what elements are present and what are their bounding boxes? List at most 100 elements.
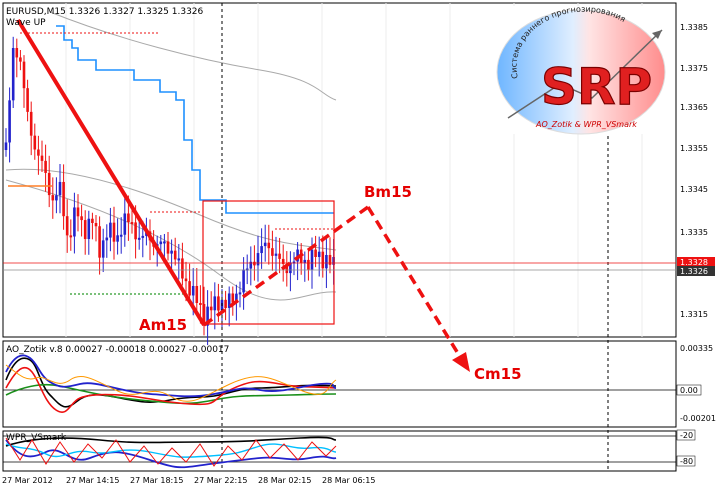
price-bar-body bbox=[58, 181, 62, 196]
price-bar-body bbox=[33, 135, 37, 150]
price-bar-body bbox=[22, 61, 26, 89]
wpr-tick: -80 bbox=[680, 457, 693, 466]
time-label: 27 Mar 2012 bbox=[2, 476, 53, 485]
price-bar-body bbox=[130, 222, 134, 225]
price-bar-body bbox=[325, 254, 328, 269]
price-bar-body bbox=[91, 218, 94, 223]
wpr-tick: -20 bbox=[680, 431, 693, 440]
price-bar-body bbox=[271, 248, 274, 256]
price-bar-body bbox=[19, 57, 22, 62]
price-bar-body bbox=[112, 222, 116, 242]
time-label: 28 Mar 06:15 bbox=[322, 476, 375, 485]
chart-canvas[interactable]: Am15 Bm15 Cm15 EURUSD,M15 1.3326 1.3327 … bbox=[0, 0, 720, 492]
price-bar-body bbox=[317, 251, 321, 257]
price-bar-body bbox=[8, 100, 11, 143]
price-bar-body bbox=[4, 142, 8, 150]
price-bar-body bbox=[55, 195, 58, 201]
ao-title: AO_Zotik v.8 0.00027 -0.00018 0.00027 -0… bbox=[6, 345, 229, 355]
wave-label-c: Cm15 bbox=[474, 365, 522, 383]
price-bar-body bbox=[47, 172, 51, 196]
price-bar-body bbox=[217, 296, 220, 311]
price-bar-body bbox=[310, 249, 314, 270]
price-bar-body bbox=[15, 48, 19, 58]
price-bar-body bbox=[123, 213, 127, 235]
price-bar-body bbox=[191, 285, 195, 296]
price-bar-body bbox=[314, 249, 317, 257]
price-bar-body bbox=[224, 299, 227, 308]
price-bar-body bbox=[231, 293, 235, 303]
srp-logo: Система раннего прогнозирования SRP AO_Z… bbox=[493, 5, 669, 135]
trading-chart-window[interactable]: Am15 Bm15 Cm15 EURUSD,M15 1.3326 1.3327 … bbox=[0, 0, 720, 492]
price-bar-body bbox=[44, 160, 47, 173]
price-bar-body bbox=[173, 250, 177, 260]
price-bar-body bbox=[94, 222, 98, 227]
price-bar-body bbox=[101, 240, 105, 258]
price-bar-body bbox=[199, 303, 202, 306]
price-bar-body bbox=[83, 220, 87, 240]
price-bar-body bbox=[181, 258, 184, 279]
price-tick: 1.3345 bbox=[680, 185, 708, 194]
price-bar-body bbox=[127, 213, 130, 223]
price-bar-body bbox=[109, 222, 112, 238]
logo-letters: SRP bbox=[541, 58, 652, 116]
price-bar-body bbox=[76, 207, 80, 217]
logo-footer: AO_Zotik & WPR_VSmark bbox=[535, 120, 637, 129]
price-tick: 1.3385 bbox=[680, 23, 708, 32]
ao-tick: -0.00201 bbox=[680, 414, 716, 423]
price-bar-body bbox=[163, 241, 166, 244]
price-bar-body bbox=[65, 216, 69, 236]
price-bar-body bbox=[238, 292, 242, 295]
price-bar-body bbox=[69, 235, 73, 238]
price-bar-body bbox=[51, 195, 55, 201]
price-bar-body bbox=[159, 241, 163, 245]
time-label: 28 Mar 02:15 bbox=[258, 476, 311, 485]
time-label: 27 Mar 14:15 bbox=[66, 476, 119, 485]
price-bar-body bbox=[98, 226, 101, 258]
time-label: 27 Mar 22:15 bbox=[194, 476, 247, 485]
price-bar-body bbox=[274, 253, 278, 256]
price-bar-body bbox=[177, 258, 181, 261]
bid-price-label: 1.3328 bbox=[680, 258, 708, 267]
price-bar-body bbox=[170, 250, 173, 254]
price-bar-body bbox=[11, 48, 15, 101]
price-bar-body bbox=[73, 207, 76, 237]
price-bar-body bbox=[166, 241, 170, 254]
price-bar-body bbox=[134, 222, 137, 240]
price-bar-body bbox=[303, 259, 307, 263]
price-bar-body bbox=[321, 251, 325, 269]
ask-price-label: 1.3326 bbox=[680, 267, 708, 276]
wpr-indicator-panel[interactable] bbox=[2, 430, 677, 472]
price-bar-body bbox=[116, 235, 119, 242]
price-bar-body bbox=[256, 253, 260, 266]
price-bar-body bbox=[188, 281, 191, 296]
price-bar-body bbox=[278, 253, 281, 259]
price-bar-body bbox=[119, 234, 123, 237]
price-bar-body bbox=[87, 218, 91, 240]
price-bar-body bbox=[213, 296, 217, 311]
price-bar-body bbox=[209, 306, 213, 311]
price-tick: 1.3335 bbox=[680, 228, 708, 237]
price-bar-body bbox=[242, 269, 245, 293]
price-bar-body bbox=[263, 242, 267, 247]
price-bar-body bbox=[26, 88, 29, 112]
price-tick: 1.3315 bbox=[680, 310, 708, 319]
price-bar-body bbox=[195, 285, 199, 304]
price-tick: 1.3355 bbox=[680, 144, 708, 153]
symbol-header: EURUSD,M15 1.3326 1.3327 1.3325 1.3326 bbox=[6, 7, 204, 17]
price-bar-body bbox=[105, 237, 109, 241]
ao-tick: 0.00335 bbox=[680, 344, 713, 353]
price-bar-body bbox=[260, 246, 263, 254]
time-label: 27 Mar 18:15 bbox=[130, 476, 183, 485]
price-bar-body bbox=[141, 235, 145, 238]
price-bar-body bbox=[184, 278, 188, 282]
price-bar-body bbox=[80, 216, 83, 221]
price-bar-body bbox=[267, 242, 271, 249]
price-bar-body bbox=[253, 261, 256, 266]
wave-label-b: Bm15 bbox=[364, 183, 412, 201]
price-bar-body bbox=[62, 181, 65, 217]
price-bar-body bbox=[40, 155, 44, 161]
wave-label-a: Am15 bbox=[139, 316, 187, 334]
price-bar-body bbox=[307, 259, 310, 270]
price-tick: 1.3365 bbox=[680, 103, 708, 112]
price-tick: 1.3375 bbox=[680, 64, 708, 73]
